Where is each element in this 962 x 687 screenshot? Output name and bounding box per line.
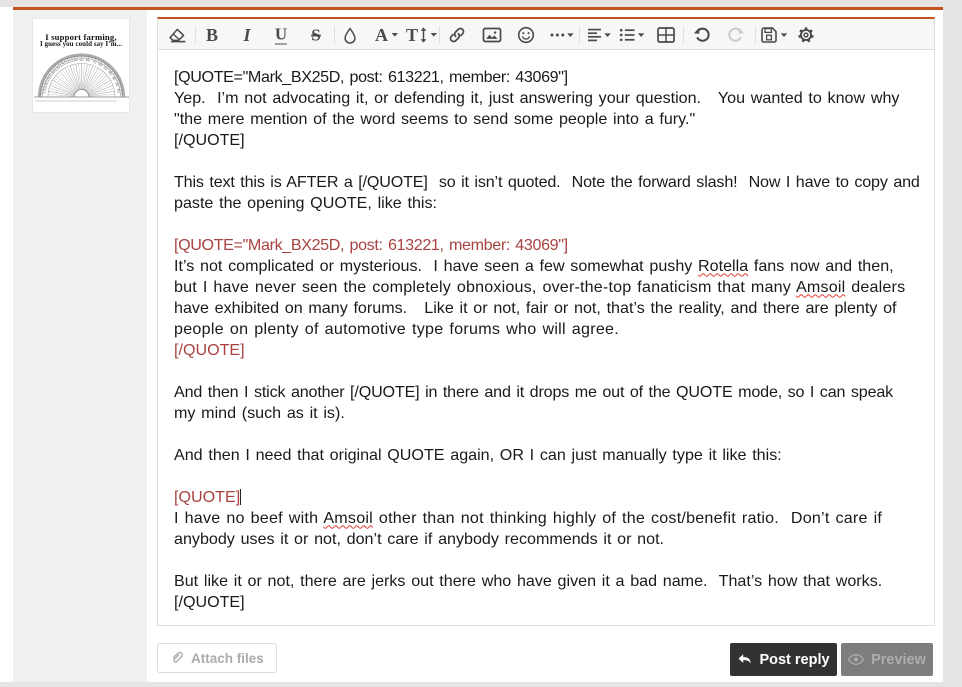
svg-text:80: 80	[86, 58, 91, 63]
svg-text:30: 30	[111, 76, 117, 82]
svg-text:20: 20	[114, 82, 119, 87]
svg-text:70: 70	[92, 59, 97, 64]
svg-text:50: 50	[103, 66, 109, 72]
svg-text:40: 40	[107, 70, 113, 76]
svg-text:60: 60	[97, 62, 103, 68]
svg-text:90: 90	[79, 58, 83, 62]
svg-text:10: 10	[116, 88, 121, 93]
svg-text:100: 100	[72, 58, 79, 63]
